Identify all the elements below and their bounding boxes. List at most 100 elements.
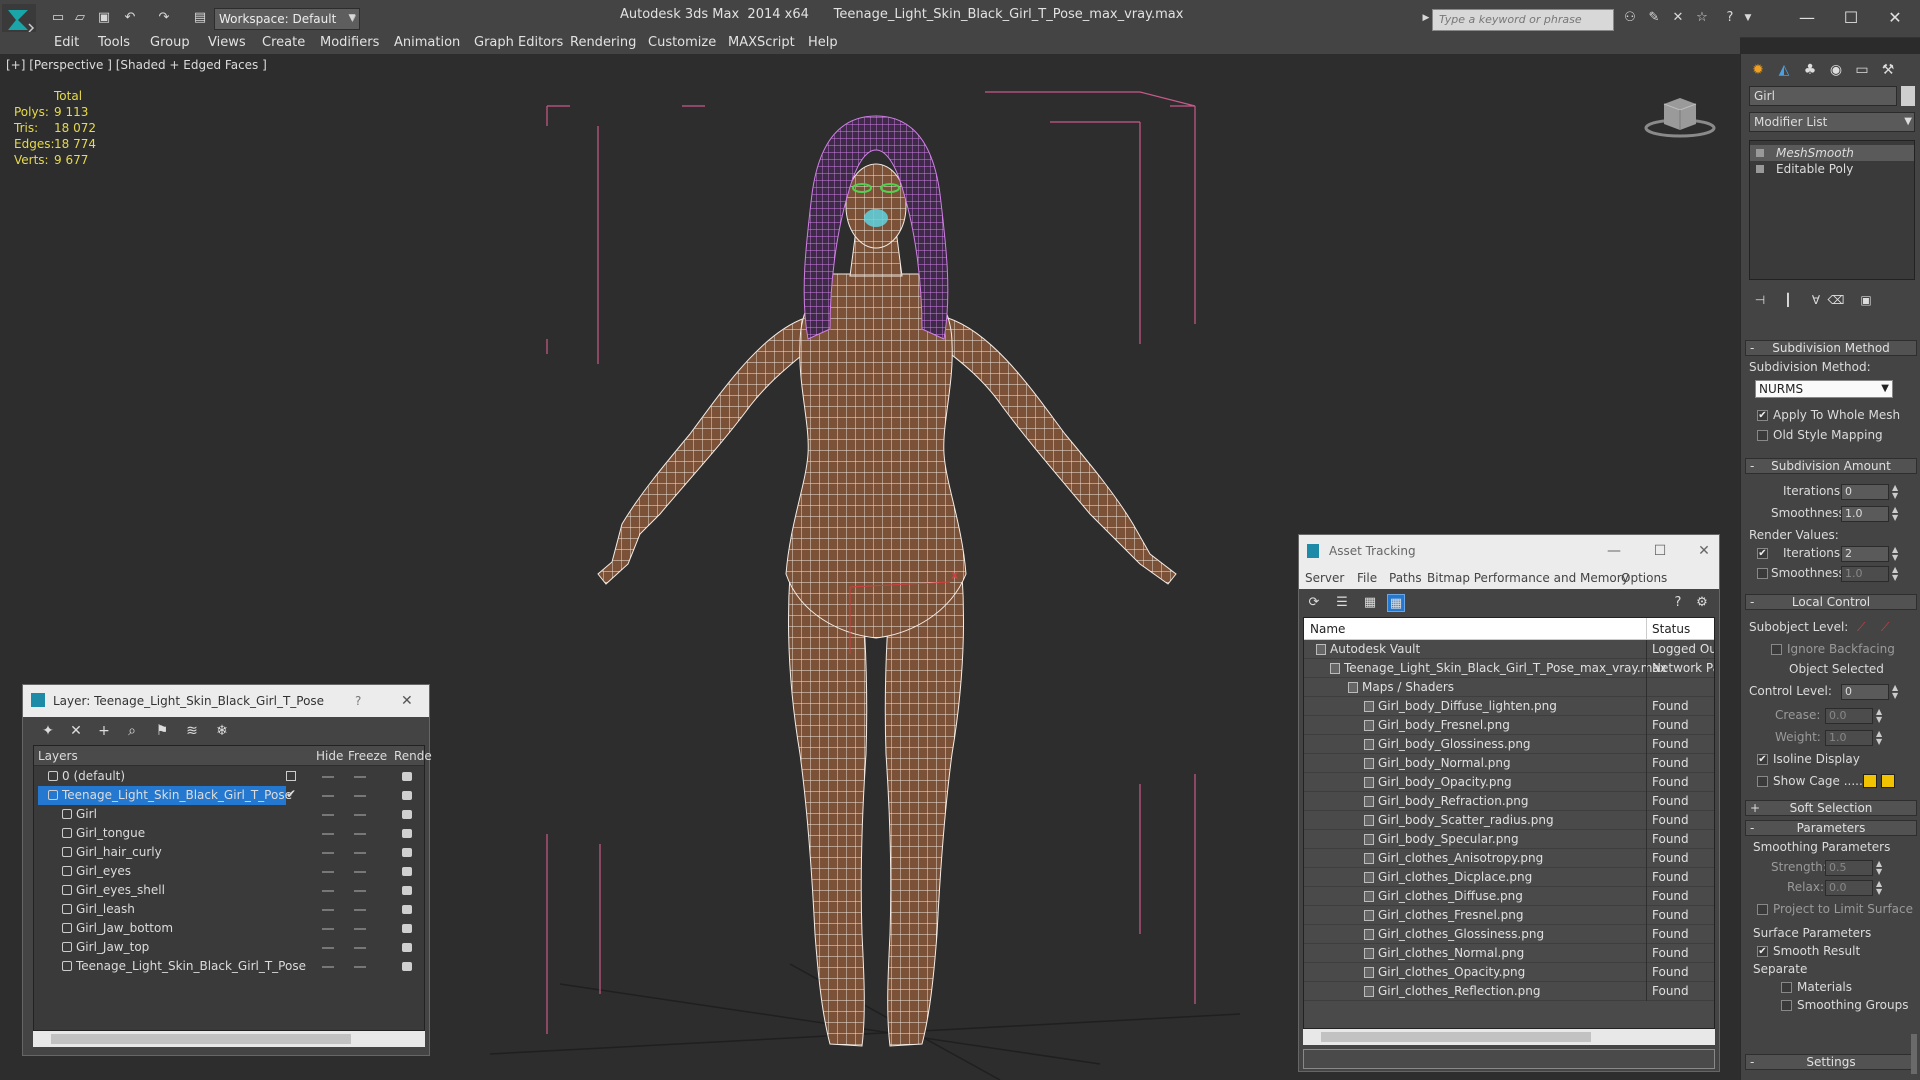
weight-spinner[interactable]: 1.0 ▲ ▼ [1825, 730, 1882, 746]
asset-row[interactable]: Girl_body_Refraction.png Found [1304, 792, 1714, 811]
hide-toggle[interactable] [322, 871, 334, 873]
help-icon[interactable]: ? [1722, 10, 1738, 26]
freeze-all-icon[interactable]: ❄ [213, 723, 231, 739]
rollout-parameters[interactable]: - Parameters [1745, 820, 1917, 836]
asset-row[interactable]: Autodesk Vault Logged Out [1304, 640, 1714, 659]
new-file-icon[interactable]: ▭ [50, 10, 66, 26]
spinner-arrows-icon[interactable]: ▲ ▼ [1876, 860, 1886, 876]
binoculars-icon[interactable]: ⚇ [1622, 10, 1638, 26]
project-folder-icon[interactable]: ▤ [192, 10, 208, 26]
search-input[interactable]: Type a keyword or phrase [1432, 9, 1614, 31]
list-view-icon[interactable]: ☰ [1333, 594, 1351, 612]
add-to-layer-icon[interactable]: + [95, 723, 113, 739]
hide-toggle[interactable] [322, 852, 334, 854]
select-objects-icon[interactable]: ⌕ [123, 723, 141, 739]
column-hide[interactable]: Hide [316, 749, 343, 763]
motion-tab-icon[interactable]: ◉ [1825, 58, 1847, 82]
hide-toggle[interactable] [322, 947, 334, 949]
create-layer-icon[interactable]: ✦ [39, 723, 57, 739]
column-freeze[interactable]: Freeze [348, 749, 387, 763]
asset-row[interactable]: Girl_body_Normal.png Found [1304, 754, 1714, 773]
thumbnail-view-icon[interactable]: ▦ [1361, 594, 1379, 612]
subdivision-method-select[interactable]: NURMS ▼ [1755, 380, 1893, 398]
freeze-toggle[interactable] [354, 776, 366, 778]
hide-toggle[interactable] [322, 833, 334, 835]
render-iterations-checkbox[interactable]: ✔ [1757, 548, 1768, 559]
viewcube[interactable] [1640, 84, 1720, 144]
minimize-icon[interactable]: — [1599, 535, 1629, 567]
spinner-arrows-icon[interactable]: ▲ ▼ [1876, 880, 1886, 896]
object-name-field[interactable]: Girl [1749, 86, 1897, 106]
cage-selected-color-swatch[interactable] [1881, 774, 1895, 788]
rollout-soft-selection[interactable]: + Soft Selection [1745, 800, 1917, 816]
render-teapot-icon[interactable] [402, 886, 412, 895]
spinner-arrows-icon[interactable]: ▲ ▼ [1892, 546, 1902, 562]
menu-modifiers[interactable]: Modifiers [320, 35, 379, 50]
minimize-icon[interactable]: — [1792, 6, 1822, 30]
layer-row[interactable]: Girl_leash [34, 900, 424, 919]
column-layers[interactable]: Layers [38, 749, 78, 763]
render-teapot-icon[interactable] [402, 848, 412, 857]
asset-row[interactable]: Girl_clothes_Anisotropy.png Found [1304, 849, 1714, 868]
menu-edit[interactable]: Edit [54, 35, 79, 50]
panel-scrollbar[interactable] [1911, 1034, 1917, 1074]
make-unique-icon[interactable]: ∀ [1805, 292, 1827, 308]
menu-customize[interactable]: Customize [648, 35, 716, 50]
project-limit-surface-checkbox[interactable] [1757, 904, 1768, 915]
asset-window-titlebar[interactable]: Asset Tracking — ☐ ✕ [1299, 535, 1719, 567]
redo-icon[interactable]: ↷ [156, 10, 172, 26]
asset-menu-options[interactable]: Options [1621, 571, 1667, 585]
menu-rendering[interactable]: Rendering [570, 35, 636, 50]
cage-color-swatch[interactable] [1863, 774, 1877, 788]
menu-tools[interactable]: Tools [98, 35, 130, 50]
maximize-icon[interactable]: ☐ [1645, 535, 1675, 567]
object-color-swatch[interactable] [1901, 86, 1915, 106]
layer-row[interactable]: Teenage_Light_Skin_Black_Girl_T_Pose [34, 957, 424, 976]
column-status[interactable]: Status [1652, 622, 1690, 636]
maximize-icon[interactable]: ☐ [1836, 6, 1866, 30]
render-teapot-icon[interactable] [402, 924, 412, 933]
menu-group[interactable]: Group [150, 35, 190, 50]
delete-layer-icon[interactable]: ✕ [67, 723, 85, 739]
spinner-arrows-icon[interactable]: ▲ ▼ [1876, 708, 1886, 724]
freeze-toggle[interactable] [354, 814, 366, 816]
asset-row[interactable]: Girl_body_Diffuse_lighten.png Found [1304, 697, 1714, 716]
freeze-toggle[interactable] [354, 852, 366, 854]
asset-row[interactable]: Girl_body_Scatter_radius.png Found [1304, 811, 1714, 830]
render-teapot-icon[interactable] [402, 829, 412, 838]
vertex-subobject-icon[interactable]: ⟋ [1857, 620, 1865, 635]
rollout-local-control[interactable]: - Local Control [1745, 594, 1917, 610]
isoline-display-checkbox[interactable]: ✔ [1757, 754, 1768, 765]
layer-row[interactable]: Teenage_Light_Skin_Black_Girl_T_Pose ✔ [34, 786, 424, 805]
hide-toggle[interactable] [322, 776, 334, 778]
stack-item-editable-poly[interactable]: Editable Poly [1750, 161, 1914, 177]
exchange-icon[interactable]: ✕ [1670, 10, 1686, 26]
asset-row[interactable]: Girl_body_Fresnel.png Found [1304, 716, 1714, 735]
menu-graph-editors[interactable]: Graph Editors [474, 35, 563, 50]
spinner-arrows-icon[interactable]: ▲ ▼ [1892, 484, 1902, 500]
freeze-toggle[interactable] [354, 890, 366, 892]
iterations-spinner[interactable]: 0 ▲ ▼ [1841, 484, 1898, 500]
help-icon[interactable]: ? [1669, 594, 1687, 612]
undo-icon[interactable]: ↶ [122, 10, 138, 26]
menu-create[interactable]: Create [262, 35, 305, 50]
render-teapot-icon[interactable] [402, 867, 412, 876]
asset-row[interactable]: Girl_body_Specular.png Found [1304, 830, 1714, 849]
asset-menu-bitmap[interactable]: Bitmap Performance and Memory [1427, 571, 1629, 585]
rollout-settings[interactable]: - Settings [1745, 1054, 1917, 1070]
old-style-mapping-checkbox[interactable] [1757, 430, 1768, 441]
favorites-icon[interactable]: ☆ [1694, 10, 1710, 26]
spinner-arrows-icon[interactable]: ▲ ▼ [1892, 566, 1902, 582]
hide-toggle[interactable] [322, 966, 334, 968]
refresh-icon[interactable]: ⟳ [1305, 594, 1323, 612]
horizontal-scrollbar[interactable] [1303, 1029, 1715, 1045]
strength-spinner[interactable]: 0.5 ▲ ▼ [1825, 860, 1882, 876]
show-cage-checkbox[interactable] [1757, 776, 1768, 787]
hide-all-icon[interactable]: ≋ [183, 723, 201, 739]
create-tab-icon[interactable]: ✹ [1747, 58, 1769, 82]
scrollbar-thumb[interactable] [51, 1034, 351, 1044]
render-teapot-icon[interactable] [402, 943, 412, 952]
expand-icon[interactable] [1756, 165, 1764, 173]
layer-row[interactable]: 0 (default) [34, 767, 424, 786]
spinner-arrows-icon[interactable]: ▲ ▼ [1892, 684, 1902, 700]
